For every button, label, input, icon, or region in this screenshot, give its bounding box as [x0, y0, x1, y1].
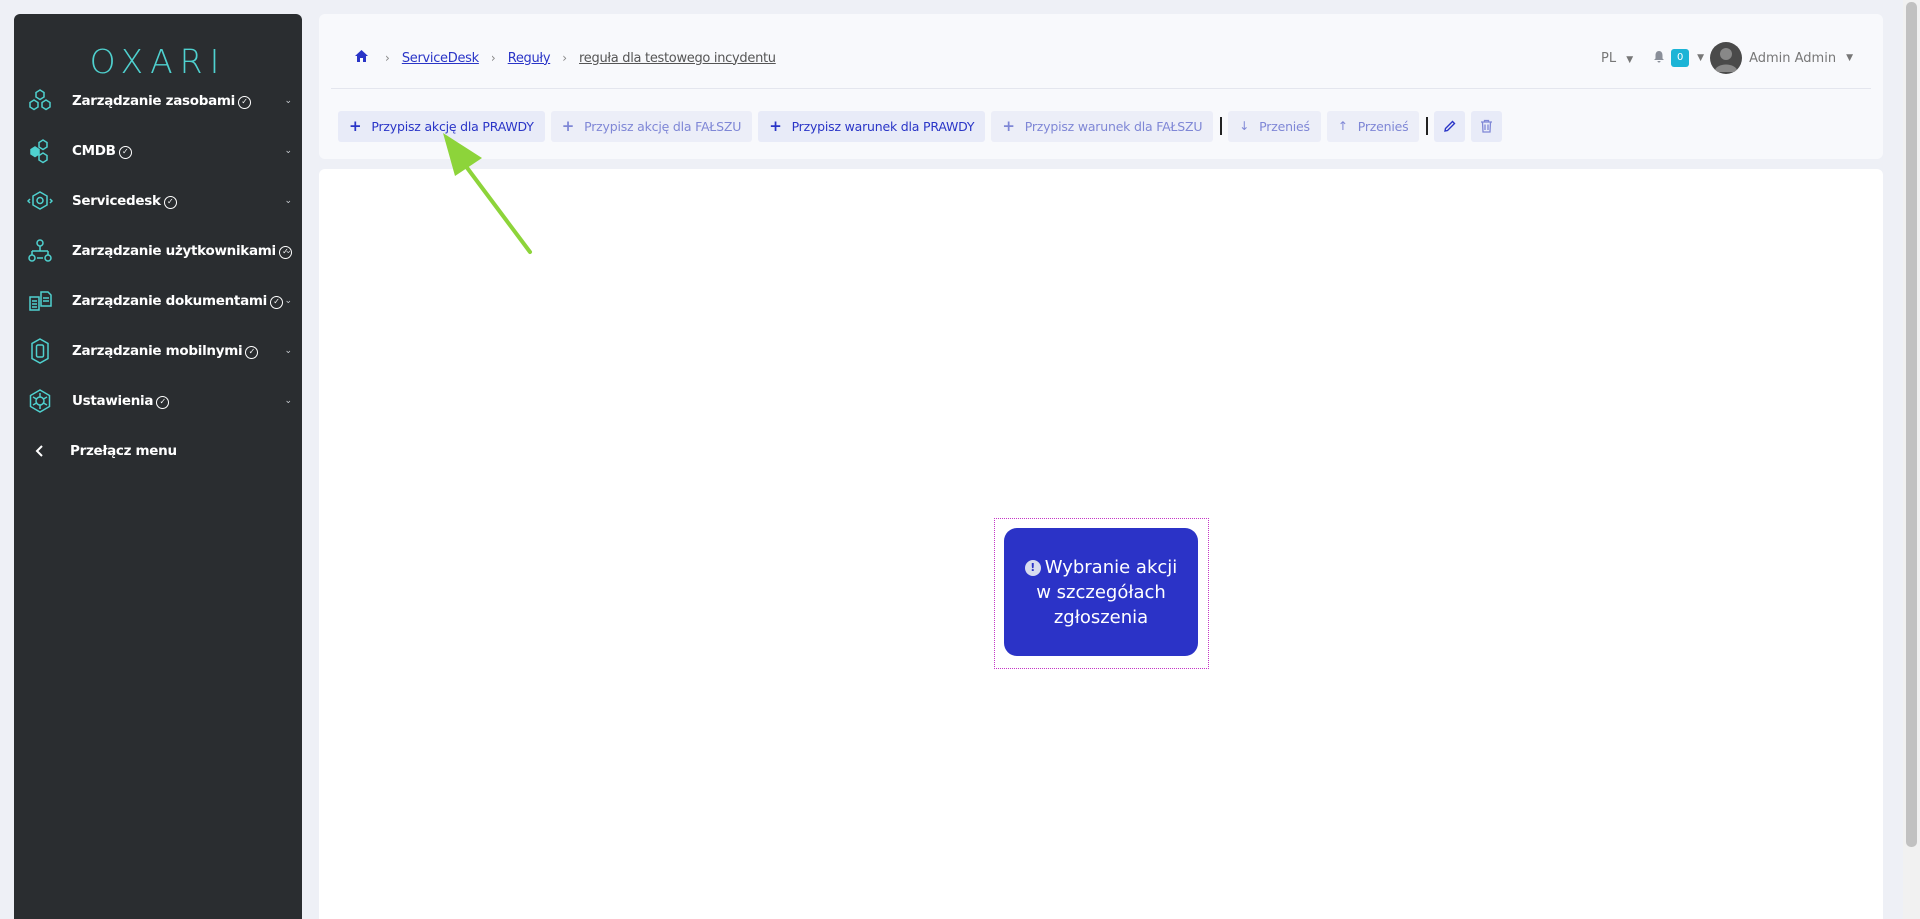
pencil-icon — [1444, 120, 1456, 132]
top-panel: › ServiceDesk › Reguły › reguła dla test… — [319, 14, 1883, 159]
sidebar-item-label: Servicedesk — [72, 193, 161, 209]
action-node[interactable]: ! Wybranie akcji w szczegółach zgłoszenia — [1004, 528, 1198, 656]
sidebar-item-servicedesk[interactable]: Servicedesk ✓ ⌄ — [14, 176, 302, 226]
sidebar-item-label: Zarządzanie mobilnymi — [72, 343, 243, 359]
sidebar-item-mobile[interactable]: Zarządzanie mobilnymi ✓ ⌄ — [14, 326, 302, 376]
chevron-down-icon: ⌄ — [284, 396, 292, 406]
chevron-right-icon: › — [490, 51, 496, 65]
chevron-down-icon: ⌄ — [284, 346, 292, 356]
button-label: Przenieś — [1259, 118, 1310, 134]
assign-condition-false-button[interactable]: + Przypisz warunek dla FAŁSZU — [991, 110, 1214, 142]
move-down-button[interactable]: ↓ Przenieś — [1228, 110, 1321, 142]
verified-icon: ✓ — [238, 96, 251, 109]
bell-icon[interactable] — [1653, 50, 1665, 67]
sidebar-item-label: CMDB — [72, 143, 116, 159]
selected-node-outline[interactable]: ! Wybranie akcji w szczegółach zgłoszenia — [994, 518, 1209, 669]
plus-icon: + — [769, 117, 782, 135]
sidebar-item-label: Zarządzanie zasobami — [72, 93, 235, 109]
language-label: PL — [1601, 50, 1617, 66]
scrollbar-thumb[interactable] — [1906, 2, 1917, 847]
sidebar-item-settings[interactable]: Ustawienia ✓ ⌄ — [14, 376, 302, 426]
arrow-down-icon: ↓ — [1239, 119, 1250, 133]
sidebar-item-cmdb[interactable]: CMDB ✓ ⌄ — [14, 126, 302, 176]
plus-icon: + — [561, 117, 575, 135]
breadcrumb-link-rules[interactable]: Reguły — [508, 51, 551, 66]
sidebar-item-label: Ustawienia — [72, 393, 154, 409]
header-right: PL ▼ 0 ▼ Admin Admin ▼ — [1601, 42, 1853, 74]
lightbulb-icon: ! — [1024, 559, 1041, 576]
verified-icon: ✓ — [118, 146, 132, 159]
documents-icon — [26, 287, 54, 315]
breadcrumb-link-servicedesk[interactable]: ServiceDesk — [402, 51, 479, 66]
trash-icon — [1481, 119, 1493, 133]
verified-icon: ✓ — [156, 396, 170, 409]
sidebar-item-label: Zarządzanie dokumentami — [72, 293, 267, 309]
rule-toolbar: + Przypisz akcję dla PRAWDY + Przypisz a… — [338, 110, 1508, 142]
sidebar-item-users[interactable]: Zarządzanie użytkownikami ✓ ⌄ — [14, 226, 302, 276]
caret-down-icon[interactable]: ▼ — [1846, 53, 1853, 63]
chevron-down-icon: ⌄ — [284, 96, 292, 106]
button-label: Przypisz warunek dla FAŁSZU — [1024, 118, 1203, 134]
sidebar-item-assets[interactable]: Zarządzanie zasobami ✓ ⌄ — [14, 76, 302, 126]
breadcrumb: › ServiceDesk › Reguły › reguła dla test… — [354, 48, 776, 68]
assign-action-false-button[interactable]: + Przypisz akcję dla FAŁSZU — [550, 110, 753, 142]
chevron-down-icon: ⌄ — [284, 246, 292, 256]
button-label: Przypisz akcję dla PRAWDY — [371, 118, 534, 134]
sidebar: OXARI Zarządzanie zasobami ✓ ⌄ CMDB ✓ ⌄ Se… — [14, 14, 302, 919]
assign-condition-true-button[interactable]: + Przypisz warunek dla PRAWDY — [758, 110, 986, 142]
chevron-left-icon — [26, 437, 54, 465]
delete-button[interactable] — [1471, 110, 1503, 142]
toggle-menu-button[interactable]: Przełącz menu — [14, 426, 302, 476]
users-icon — [26, 237, 54, 265]
toggle-menu-label: Przełącz menu — [70, 443, 177, 459]
assign-action-true-button[interactable]: + Przypisz akcję dla PRAWDY — [338, 110, 545, 142]
home-icon[interactable] — [354, 49, 369, 67]
mobile-icon — [26, 337, 54, 365]
servicedesk-icon — [26, 187, 54, 215]
cmdb-icon — [26, 137, 54, 165]
plus-icon: + — [1002, 117, 1015, 135]
plus-icon: + — [349, 117, 362, 135]
avatar[interactable] — [1710, 42, 1743, 74]
verified-icon: ✓ — [163, 196, 177, 209]
chevron-right-icon: › — [385, 51, 390, 65]
chevron-down-icon: ⌄ — [284, 146, 292, 156]
sidebar-item-label: Zarządzanie użytkownikami — [72, 243, 276, 259]
breadcrumb-current: reguła dla testowego incydentu — [579, 50, 776, 66]
toolbar-divider — [1220, 117, 1223, 135]
notification-badge: 0 — [1671, 49, 1690, 67]
caret-down-icon[interactable]: ▼ — [1697, 53, 1704, 63]
user-name[interactable]: Admin Admin — [1749, 51, 1836, 66]
chevron-down-icon: ⌄ — [284, 196, 292, 206]
verified-icon: ✓ — [269, 296, 283, 309]
page-scrollbar[interactable] — [1903, 0, 1920, 919]
button-label: Przenieś — [1357, 118, 1409, 134]
toolbar-divider — [1426, 117, 1429, 135]
edit-button[interactable] — [1434, 110, 1466, 142]
arrow-up-icon: ↑ — [1337, 119, 1348, 133]
move-up-button[interactable]: ↑ Przenieś — [1326, 110, 1420, 142]
verified-icon: ✓ — [245, 346, 259, 359]
button-label: Przypisz akcję dla FAŁSZU — [584, 118, 742, 134]
caret-down-icon: ▼ — [1626, 54, 1634, 65]
header-divider — [331, 88, 1871, 89]
assets-icon — [26, 87, 54, 115]
sidebar-item-documents[interactable]: Zarządzanie dokumentami ✓ ⌄ — [14, 276, 302, 326]
rule-canvas: ! Wybranie akcji w szczegółach zgłoszenia — [319, 169, 1883, 919]
language-selector[interactable]: PL ▼ — [1601, 51, 1633, 66]
settings-icon — [26, 387, 54, 415]
button-label: Przypisz warunek dla PRAWDY — [791, 118, 975, 134]
chevron-down-icon: ⌄ — [284, 296, 292, 306]
chevron-right-icon: › — [562, 51, 568, 65]
node-label: Wybranie akcji w szczegółach zgłoszenia — [1036, 556, 1178, 628]
